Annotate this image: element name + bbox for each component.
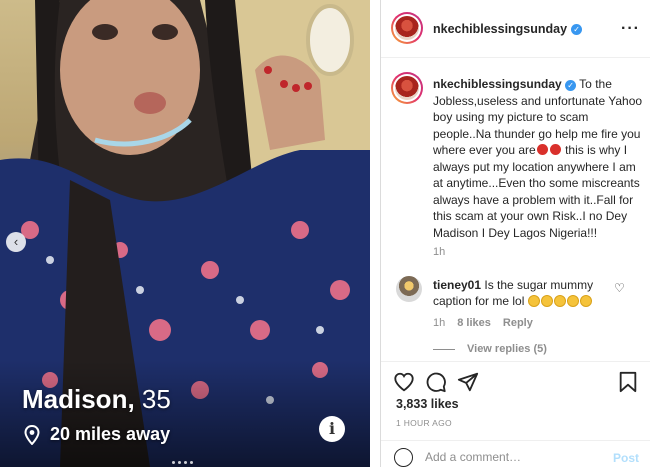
emoji-icon[interactable] xyxy=(394,448,413,467)
laughing-emoji-icon xyxy=(566,295,579,307)
profile-distance: 20 miles away xyxy=(24,424,170,445)
post-header: nkechiblessingsunday ✓ ··· xyxy=(381,0,650,58)
author-username-header[interactable]: nkechiblessingsunday ✓ xyxy=(433,22,583,36)
carousel-dot xyxy=(178,461,181,464)
angry-emoji-icon xyxy=(536,144,548,155)
likes-count[interactable]: 3,833 likes xyxy=(396,397,459,411)
reply-button[interactable]: Reply xyxy=(503,317,533,329)
post-caption: nkechiblessingsunday ✓ To the Jobless,us… xyxy=(433,76,645,241)
angry-emoji-icon xyxy=(549,144,561,155)
heart-icon[interactable] xyxy=(393,371,415,393)
more-icon[interactable]: ··· xyxy=(621,20,640,38)
author-avatar[interactable] xyxy=(391,12,423,44)
replies-line xyxy=(433,348,455,350)
comment: tieney01 Is the sugar mummy caption for … xyxy=(433,277,633,309)
post-panel: nkechiblessingsunday ✓ ··· nkechiblessin… xyxy=(380,0,650,467)
laughing-emoji-icon xyxy=(527,295,540,307)
caption-text-2: this is why I always put my location any… xyxy=(433,143,640,240)
profile-name-text: Madison, xyxy=(22,384,135,414)
view-replies-button[interactable]: View replies (5) xyxy=(433,343,547,355)
post-time: 1 HOUR AGO xyxy=(396,418,452,428)
view-replies-text[interactable]: View replies (5) xyxy=(467,343,547,355)
carousel-dot xyxy=(184,461,187,464)
verified-badge-icon: ✓ xyxy=(571,23,583,35)
info-icon[interactable]: i xyxy=(319,416,345,442)
laughing-emoji-icon xyxy=(579,295,592,307)
laughing-emoji-icon xyxy=(553,295,566,307)
comment-likes[interactable]: 8 likes xyxy=(457,317,491,329)
location-pin-icon xyxy=(24,424,40,445)
carousel-dot xyxy=(172,461,175,464)
caption-avatar[interactable] xyxy=(391,72,423,104)
comment-icon[interactable] xyxy=(425,371,447,393)
caption-time: 1h xyxy=(433,246,446,258)
action-bar xyxy=(381,361,650,401)
verified-badge-icon: ✓ xyxy=(565,80,577,91)
author-username[interactable]: nkechiblessingsunday xyxy=(433,22,567,36)
laughing-emoji-icon xyxy=(540,295,553,307)
post-comment-button[interactable]: Post xyxy=(613,451,639,465)
comment-time: 1h xyxy=(433,317,446,329)
comment-meta: 1h 8 likes Reply xyxy=(433,317,533,329)
profile-name: Madison, 35 xyxy=(22,384,171,415)
caption-username[interactable]: nkechiblessingsunday xyxy=(433,77,562,91)
comment-like-heart-icon[interactable]: ♡ xyxy=(614,281,625,295)
bookmark-icon[interactable] xyxy=(617,371,639,393)
carousel-dot xyxy=(190,461,193,464)
add-comment-bar: Post xyxy=(381,440,650,467)
comment-input[interactable] xyxy=(425,450,605,464)
post-photo[interactable]: ‹ Madison, 35 20 miles away i xyxy=(0,0,370,467)
profile-age: 35 xyxy=(141,384,171,414)
carousel-dots xyxy=(172,461,193,464)
share-icon[interactable] xyxy=(457,371,479,393)
comment-username[interactable]: tieney01 xyxy=(433,278,481,292)
distance-text: 20 miles away xyxy=(50,424,171,444)
chevron-left-icon[interactable]: ‹ xyxy=(6,232,26,252)
commenter-avatar[interactable] xyxy=(396,276,422,302)
